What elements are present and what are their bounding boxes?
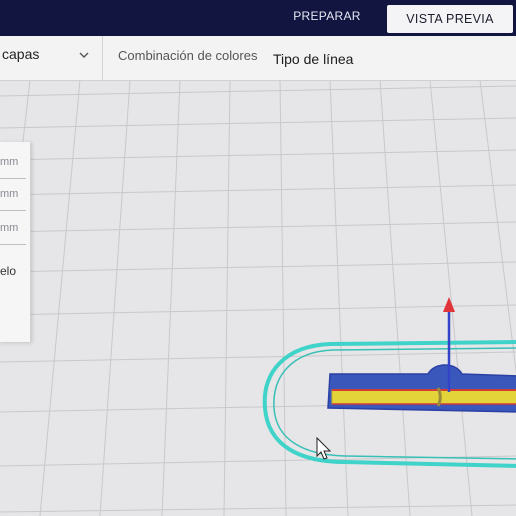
tab-preparar[interactable]: PREPARAR: [282, 0, 372, 32]
view-type-dropdown[interactable]: capas: [0, 36, 103, 80]
build-plate-grid: [0, 80, 516, 516]
chevron-down-icon: [79, 52, 89, 58]
color-scheme-value[interactable]: Tipo de línea: [273, 51, 353, 67]
build-plate-viewport[interactable]: [0, 80, 516, 516]
field-unit: mm: [0, 156, 19, 168]
settings-side-panel: mm mm mm elo: [0, 142, 31, 342]
field-unit: mm: [0, 222, 19, 234]
mouse-pointer-icon: [316, 436, 332, 460]
field-unit: mm: [0, 188, 19, 200]
panel-option-label: elo: [0, 264, 17, 278]
dimension-field-2[interactable]: mm: [0, 188, 26, 211]
sliced-model: [327, 364, 516, 413]
dimension-field-1[interactable]: mm: [0, 156, 26, 179]
header-bar: PREPARAR VISTA PREVIA: [0, 0, 516, 36]
color-scheme-label: Combinación de colores: [118, 48, 258, 63]
tab-vista-previa[interactable]: VISTA PREVIA: [387, 5, 513, 33]
preview-toolbar: capas Combinación de colores Tipo de lín…: [0, 36, 516, 81]
dimension-field-3[interactable]: mm: [0, 222, 26, 245]
view-type-value: capas: [2, 46, 40, 62]
